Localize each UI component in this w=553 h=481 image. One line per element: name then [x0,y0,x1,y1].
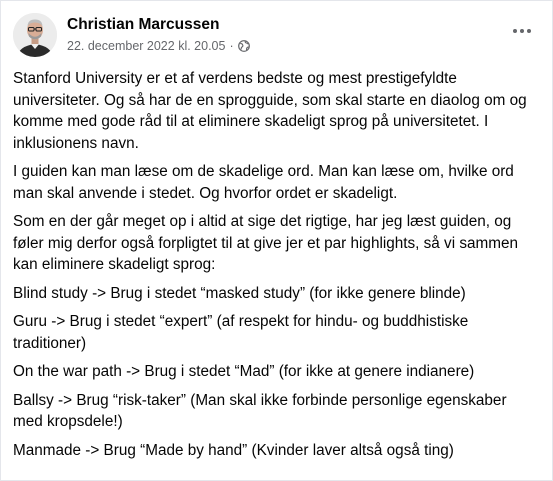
author-name[interactable]: Christian Marcussen [67,16,219,34]
post-paragraph: Som en der går meget op i altid at sige … [13,213,519,273]
globe-icon[interactable] [237,40,250,52]
post-meta: 22. december 2022 kl. 20.05 · [67,39,250,53]
avatar-image [13,13,57,57]
post-paragraph: Stanford University er et af verdens bed… [13,70,527,152]
avatar[interactable] [13,13,57,57]
post-paragraph: I guiden kan man læse om de skadelige or… [13,163,514,202]
post-text: Stanford University er et af verdens bed… [13,68,538,468]
post-card: Christian Marcussen 22. december 2022 kl… [0,0,553,481]
more-horizontal-icon [513,29,531,33]
post-paragraph: Ballsy -> Brug “risk-taker” (Man skal ik… [13,391,507,431]
post-timestamp[interactable]: 22. december 2022 kl. 20.05 [67,39,225,53]
post-paragraph: Guru -> Brug i stedet “expert” (af respe… [13,313,469,352]
more-options-button[interactable] [508,21,536,41]
post-paragraph: Blind study -> Brug i stedet “masked stu… [13,284,466,302]
meta-separator: · [229,39,234,53]
post-header: Christian Marcussen 22. december 2022 kl… [13,13,540,59]
post-paragraph: Manmade -> Brug “Made by hand” (Kvinder … [13,441,454,459]
post-paragraph: On the war path -> Brug i stedet “Mad” (… [13,363,475,380]
